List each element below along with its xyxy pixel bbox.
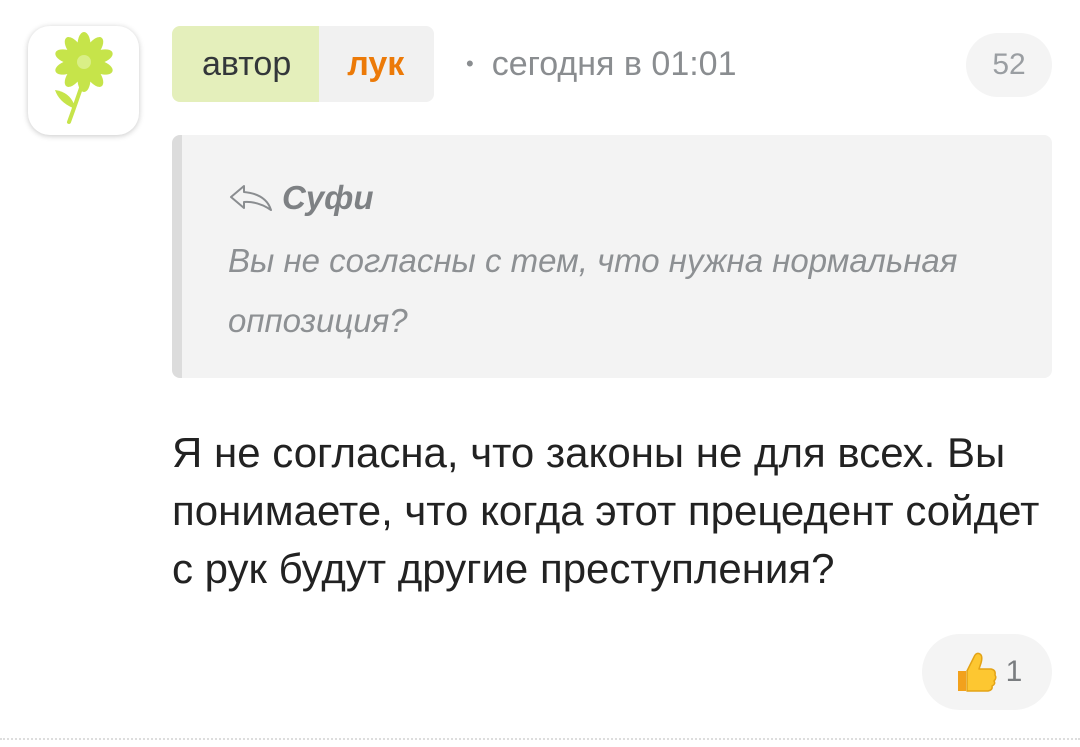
quote-author[interactable]: Суфи (282, 179, 374, 217)
author-badge[interactable]: автор лук (172, 26, 435, 102)
comment-body: Я не согласна, что законы не для всех. В… (172, 429, 1040, 592)
meta-separator: • (466, 51, 474, 76)
reply-arrow-icon (228, 183, 274, 213)
flower-icon (47, 30, 121, 131)
comment-divider (0, 738, 1080, 740)
quote-text: Вы не согласны с тем, что нужна нормальн… (228, 242, 958, 339)
comment-rating[interactable]: 52 (966, 33, 1052, 97)
like-count: 1 (1005, 655, 1023, 688)
avatar[interactable] (28, 26, 139, 135)
author-nickname[interactable]: лук (319, 26, 435, 102)
comment-meta: • сегодня в 01:01 (466, 44, 737, 84)
comment-timestamp[interactable]: сегодня в 01:01 (492, 45, 737, 84)
author-label: автор (172, 26, 320, 102)
quote-header: Суфи (228, 177, 374, 219)
quoted-reply[interactable]: Суфи Вы не согласны с тем, что нужна нор… (172, 135, 1052, 378)
like-button[interactable]: 1 (922, 634, 1052, 710)
thumbs-up-icon (952, 649, 998, 695)
